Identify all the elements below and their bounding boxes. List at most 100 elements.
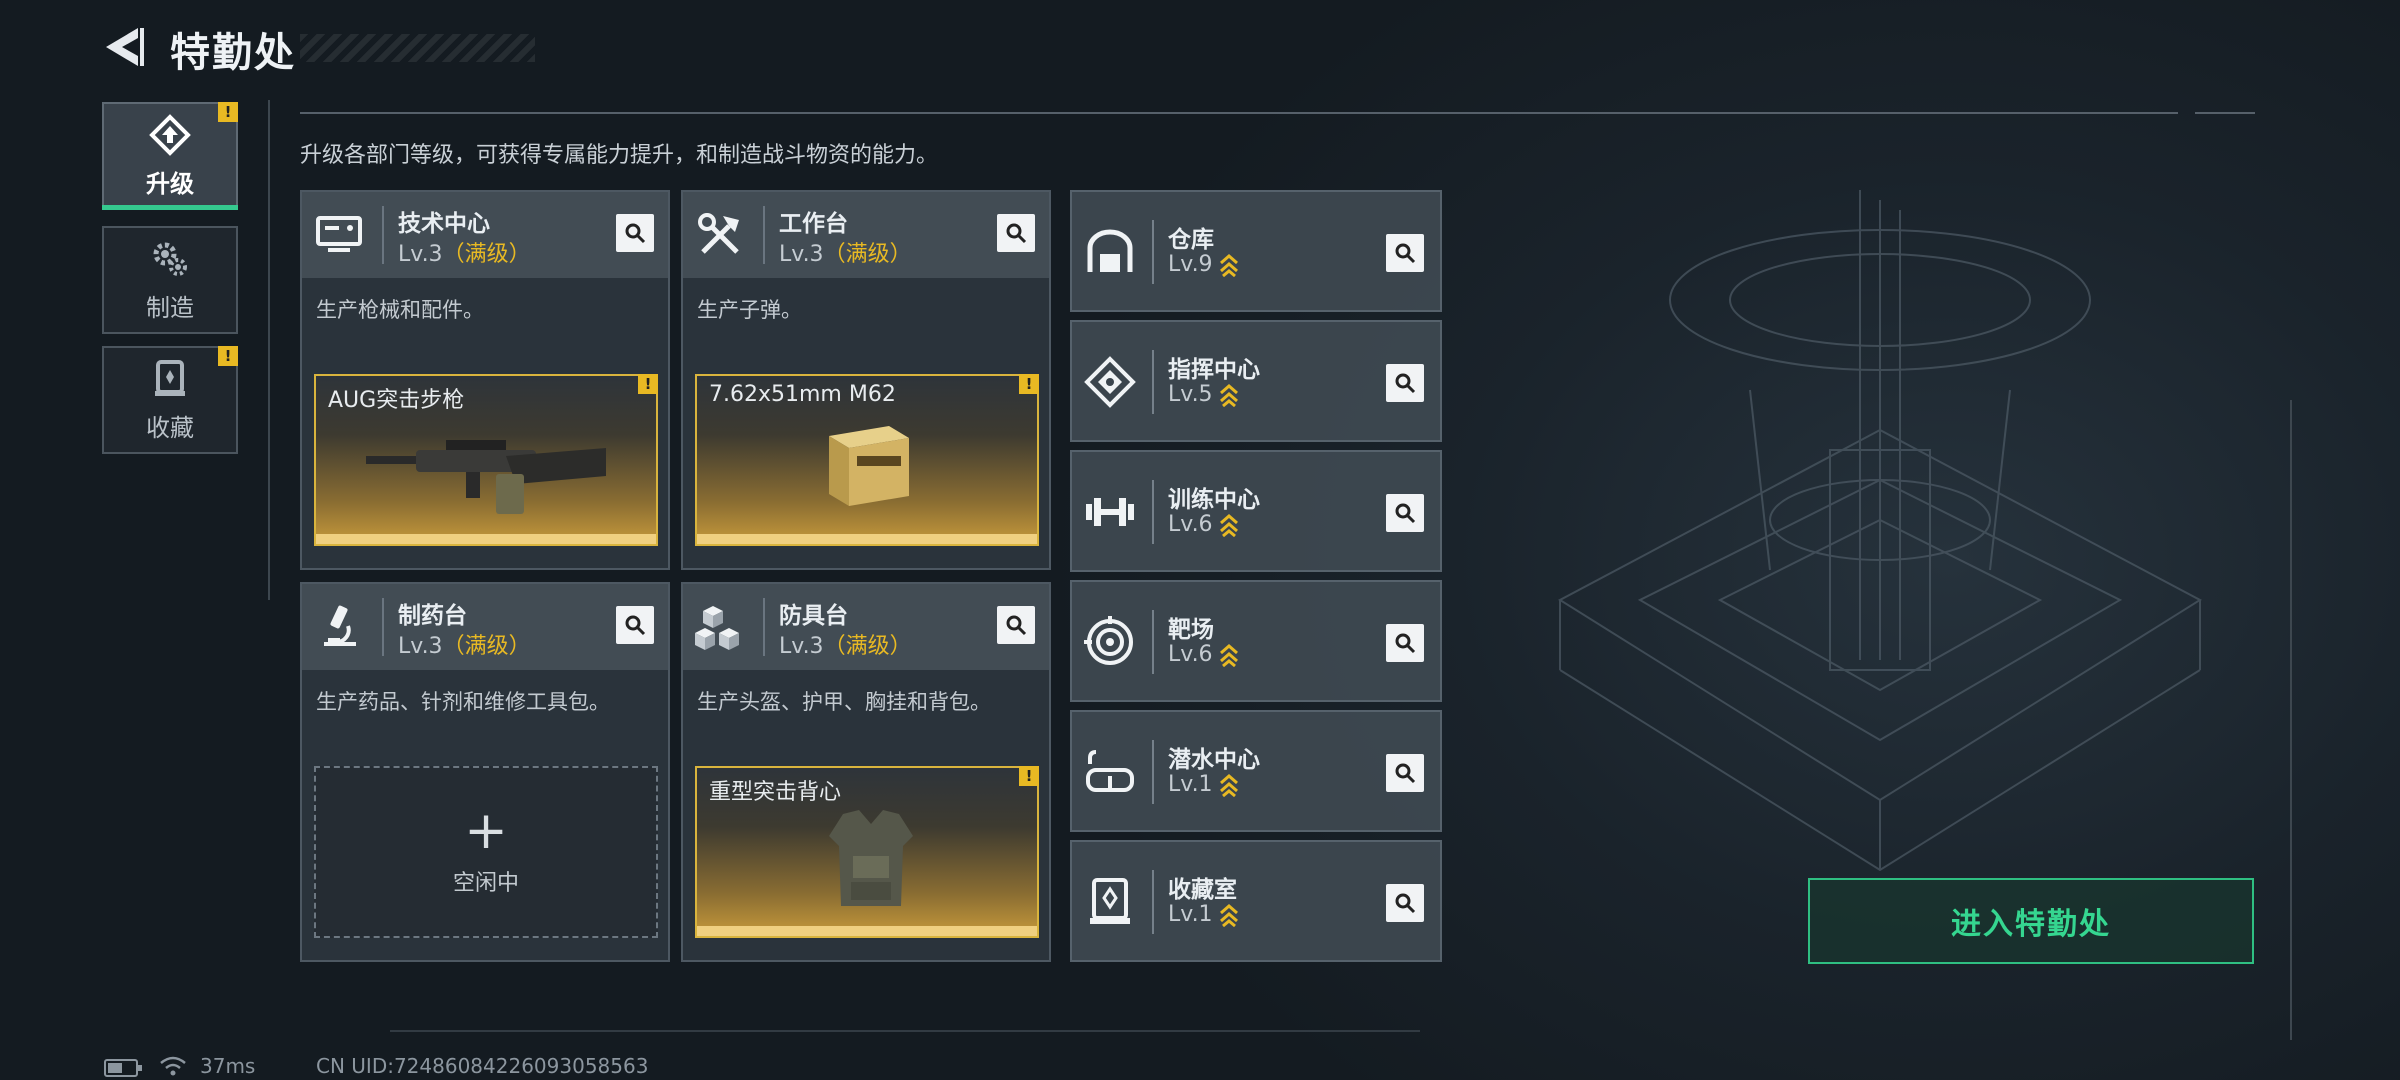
production-slot[interactable]: AUG突击步枪 !: [314, 374, 658, 546]
level-text: Lv.1: [1168, 772, 1213, 797]
card-name: 技术中心: [398, 211, 490, 237]
gears-icon: [153, 242, 187, 276]
max-level-tag: （满级）: [823, 634, 912, 659]
search-icon: [1395, 503, 1416, 524]
wifi-icon: [160, 1056, 186, 1076]
tab-upgrade-label: 升级: [146, 169, 194, 198]
upgrade-icon: [149, 113, 191, 156]
search-button[interactable]: [1386, 364, 1424, 402]
target-icon: [1084, 616, 1133, 665]
card-name: 防具台: [779, 603, 848, 629]
microscope-icon: [324, 605, 356, 646]
facility-level: Lv.5: [1168, 382, 1239, 407]
facility-level: Lv.6: [1168, 642, 1239, 667]
facility-level: Lv.9: [1168, 252, 1239, 277]
facility-name: 收藏室: [1168, 877, 1237, 903]
tab-craft-label: 制造: [146, 293, 194, 322]
base-wireframe-illustration: [1558, 190, 2202, 872]
production-slot[interactable]: 重型突击背心 !: [695, 766, 1039, 938]
tab-collection[interactable]: 收藏 !: [102, 346, 238, 454]
facility-card-warehouse[interactable]: 仓库 Lv.9: [1070, 190, 1442, 312]
card-divider: [1152, 480, 1154, 544]
card-description: 生产子弹。: [697, 298, 802, 322]
card-level: Lv.3（满级）: [779, 236, 912, 268]
card-divider: [1152, 350, 1154, 414]
ping-readout: 37ms: [200, 1054, 256, 1078]
command-icon: [1084, 356, 1136, 408]
diving-mask-icon: [1086, 750, 1134, 792]
upgrade-description: 升级各部门等级，可获得专属能力提升，和制造战斗物资的能力。: [300, 143, 939, 168]
slot-badge: !: [1019, 374, 1039, 394]
tab-craft[interactable]: 制造: [102, 226, 238, 334]
search-button[interactable]: [1386, 624, 1424, 662]
facility-card-training-center[interactable]: 训练中心 Lv.6: [1070, 450, 1442, 572]
card-name: 制药台: [398, 603, 467, 629]
search-icon: [1395, 633, 1416, 654]
level-text: Lv.9: [1168, 252, 1213, 277]
search-button[interactable]: [1386, 754, 1424, 792]
department-card-pharmacy: 制药台 Lv.3（满级） 生产药品、针剂和维修工具包。 + 空闲中: [300, 582, 670, 962]
max-level-tag: （满级）: [823, 242, 912, 267]
user-uid: CN UID:72486084226093058563: [316, 1054, 649, 1078]
search-icon: [1395, 763, 1416, 784]
search-button[interactable]: [1386, 494, 1424, 532]
facility-card-shooting-range[interactable]: 靶场 Lv.6: [1070, 580, 1442, 702]
tab-collection-badge: !: [218, 346, 238, 366]
tools-icon: [698, 213, 739, 254]
card-divider: [382, 206, 384, 264]
production-slot[interactable]: 7.62x51mm M62 !: [695, 374, 1039, 546]
level-text: Lv.6: [1168, 642, 1213, 667]
boxes-icon: [695, 606, 739, 650]
search-icon: [1395, 373, 1416, 394]
back-arrow-icon: [106, 28, 144, 66]
search-icon: [625, 615, 646, 636]
facility-card-command-center[interactable]: 指挥中心 Lv.5: [1070, 320, 1442, 442]
top-right-rule: [2195, 112, 2255, 114]
empty-production-slot[interactable]: + 空闲中: [314, 766, 658, 938]
search-icon: [1006, 615, 1027, 636]
search-button[interactable]: [997, 214, 1035, 252]
level-text: Lv.5: [1168, 382, 1213, 407]
card-divider: [1152, 220, 1154, 284]
tab-upgrade-badge: !: [218, 102, 238, 122]
facility-name: 指挥中心: [1168, 357, 1260, 383]
collection-room-icon: [1090, 878, 1130, 924]
slot-item-name: AUG突击步枪: [328, 388, 465, 413]
search-button[interactable]: [1386, 884, 1424, 922]
facility-level: Lv.6: [1168, 512, 1239, 537]
upgradeable-chevron-icon: [1219, 384, 1238, 407]
card-description: 生产头盔、护甲、胸挂和背包。: [697, 690, 991, 714]
search-button[interactable]: [997, 606, 1035, 644]
page-title: 特勤处: [170, 30, 296, 76]
search-button[interactable]: [616, 606, 654, 644]
sidebar-divider: [268, 100, 270, 600]
ammo-box-image: [829, 426, 909, 506]
search-button[interactable]: [616, 214, 654, 252]
facility-level: Lv.1: [1168, 902, 1239, 927]
warehouse-icon: [1087, 229, 1133, 272]
search-icon: [1395, 243, 1416, 264]
card-divider: [763, 206, 765, 264]
card-description: 生产药品、针剂和维修工具包。: [316, 690, 610, 714]
card-divider: [1152, 740, 1154, 804]
department-card-workbench: 工作台 Lv.3（满级） 生产子弹。 7.62x51mm M62 !: [681, 190, 1051, 570]
content-top-rule: [300, 112, 2178, 114]
facility-card-diving-center[interactable]: 潜水中心 Lv.1: [1070, 710, 1442, 832]
search-icon: [625, 223, 646, 244]
tab-upgrade[interactable]: 升级 !: [102, 102, 238, 210]
card-divider: [382, 598, 384, 656]
department-card-armor-bench: 防具台 Lv.3（满级） 生产头盔、护甲、胸挂和背包。 重型突击背心 !: [681, 582, 1051, 962]
level-text: Lv.3: [779, 634, 824, 659]
enter-special-ops-button[interactable]: 进入特勤处: [1808, 878, 2254, 964]
level-text: Lv.6: [1168, 512, 1213, 537]
card-divider: [763, 598, 765, 656]
max-level-tag: （满级）: [442, 242, 531, 267]
search-button[interactable]: [1386, 234, 1424, 272]
slot-item-name: 7.62x51mm M62: [709, 382, 896, 407]
upgradeable-chevron-icon: [1219, 904, 1238, 927]
back-button[interactable]: [98, 22, 148, 72]
slot-badge: !: [1019, 766, 1039, 786]
tab-collection-label: 收藏: [146, 413, 194, 442]
facility-card-collection-room[interactable]: 收藏室 Lv.1: [1070, 840, 1442, 962]
facility-name: 潜水中心: [1168, 747, 1260, 773]
